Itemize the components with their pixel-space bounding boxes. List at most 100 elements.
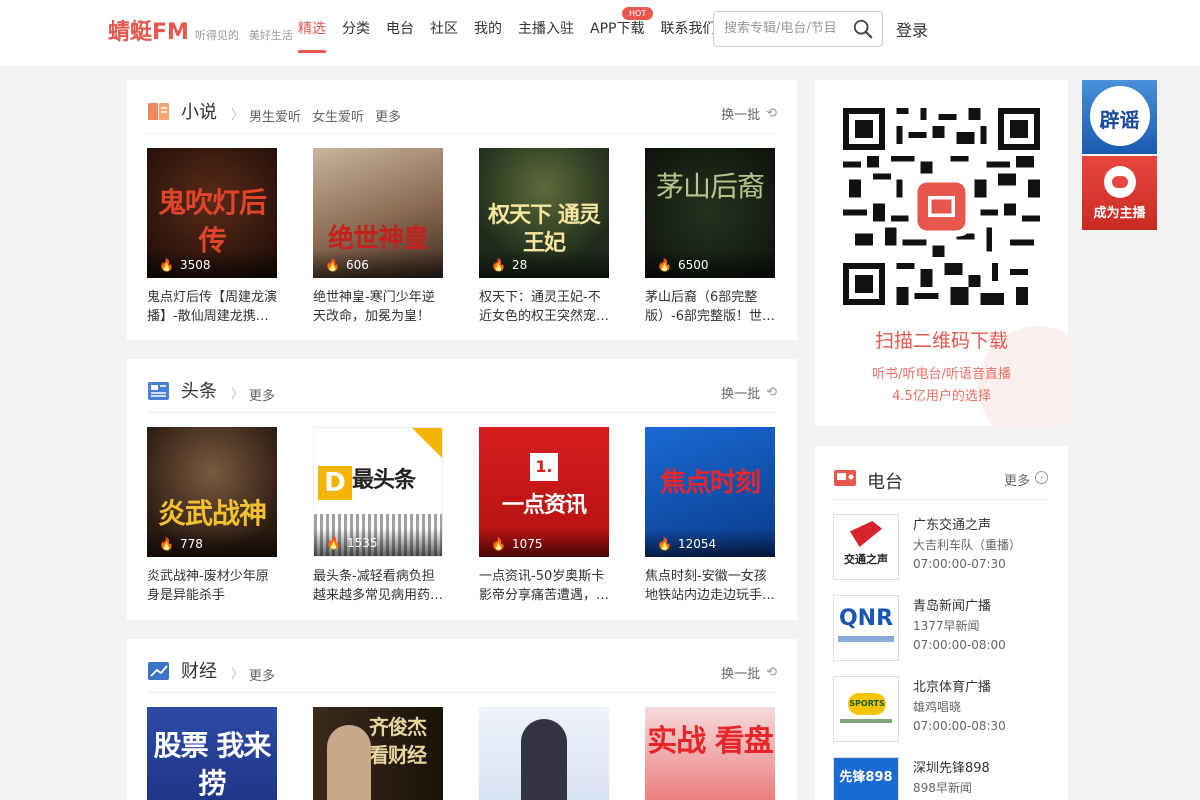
nav-contact[interactable]: 联系我们	[660, 18, 716, 54]
become-host-label: 成为主播	[1093, 206, 1146, 221]
refresh-icon: ⟲	[766, 106, 777, 121]
fire-icon: 🔥	[491, 258, 506, 272]
card-list: 鬼吹灯后传 🔥 3508 鬼点灯后传【周建龙演播】-散仙周建龙携… 绝世神皇 🔥 6…	[147, 148, 811, 326]
qr-download-box: 扫描二维码下载 听书/听电台/听语音直播 4.5亿用户的选择	[815, 80, 1068, 426]
search-icon[interactable]	[852, 18, 874, 40]
nav-host-join[interactable]: 主播入驻	[518, 18, 574, 54]
d-logo-icon: D	[318, 466, 352, 500]
album-card[interactable]: 权天下 通灵王妃 🔥 28 权天下：通灵王妃-不近女色的权王突然宠…	[479, 148, 609, 326]
album-card[interactable]: D 最头条 🔥 1535 最头条-减轻看病负担越来越多常见病用药…	[313, 427, 443, 605]
logo-text: 蜻蜓FM	[108, 20, 189, 45]
login-link[interactable]: 登录	[896, 17, 928, 41]
album-cover: 1. 一点资讯 🔥 1075	[479, 427, 609, 557]
corner-tag	[412, 428, 442, 458]
chevron-right-icon: 〉	[231, 387, 245, 402]
section-finance: 财经 〉 更多 换一批 ⟲ 股票 我来捞 齐俊杰 看财经 实战 看盘	[127, 639, 797, 800]
nav-categories[interactable]: 分类	[342, 18, 370, 54]
album-card[interactable]: 茅山后裔 🔥 6500 茅山后裔（6部完整版）-6部完整版！世…	[645, 148, 775, 326]
album-cover: 实战 看盘	[645, 707, 775, 800]
section-headlines: 头条 〉 更多 换一批 ⟲ 炎武战神 🔥 778 炎武战神-废材少年原身是异能杀手…	[127, 359, 797, 620]
search-input[interactable]	[724, 12, 854, 44]
play-count-value: 3508	[179, 258, 211, 272]
play-count: 🔥 28	[479, 250, 609, 278]
album-card[interactable]: 实战 看盘	[645, 707, 775, 800]
cover-text: 炎武战神	[157, 497, 267, 530]
refresh-label: 换一批	[721, 667, 761, 682]
nav-community[interactable]: 社区	[430, 18, 458, 54]
station-program: 898早新闻	[913, 781, 972, 795]
album-card[interactable]: 绝世神皇 🔥 606 绝世神皇-寒门少年逆天改命，加冕为皇！	[313, 148, 443, 326]
album-cover	[479, 707, 609, 800]
station-item[interactable]: 交通之声 广东交通之声 大吉利车队（重播） 07:00:00-07:30	[833, 514, 1048, 580]
album-card[interactable]: 炎武战神 🔥 778 炎武战神-废材少年原身是异能杀手	[147, 427, 277, 605]
host-avatar-face	[1112, 176, 1128, 188]
link-male[interactable]: 男生爱听	[249, 106, 301, 125]
album-card[interactable]: 鬼吹灯后传 🔥 3508 鬼点灯后传【周建龙演播】-散仙周建龙携…	[147, 148, 277, 326]
station-logo: 先锋898	[833, 757, 899, 800]
play-count: 🔥 6500	[645, 250, 775, 278]
play-count: 🔥 1535	[314, 528, 442, 556]
radio-header: 电台 更多 ›	[833, 468, 1048, 500]
station-logo: 交通之声	[833, 514, 899, 580]
card-title: 一点资讯-50岁奥斯卡影帝分享痛苦遭遇，…	[479, 569, 609, 603]
link-more[interactable]: 更多	[249, 665, 275, 684]
become-host-button[interactable]: 成为主播	[1082, 156, 1157, 230]
link-more[interactable]: 更多	[375, 106, 401, 125]
search-box	[713, 11, 883, 47]
arrow-right-circle-icon[interactable]: ›	[1035, 471, 1048, 484]
rumor-button[interactable]: 辟谣	[1082, 80, 1157, 154]
station-name: 广东交通之声	[913, 518, 992, 533]
section-title: 小说	[181, 102, 217, 123]
main-nav: 精选 分类 电台 社区 我的 主播入驻 APP下载 联系我们	[298, 18, 732, 54]
album-cover: D 最头条 🔥 1535	[313, 427, 443, 557]
book-icon	[148, 103, 169, 120]
station-program: 1377早新闻	[913, 619, 980, 633]
card-list: 炎武战神 🔥 778 炎武战神-废材少年原身是异能杀手 D 最头条 🔥 1535 最…	[147, 427, 811, 605]
radio-icon	[834, 470, 856, 486]
card-title: 焦点时刻-安徽一女孩地铁站内边走边玩手…	[645, 569, 775, 603]
play-count-value: 28	[511, 258, 528, 272]
album-cover: 炎武战神 🔥 778	[147, 427, 277, 557]
station-logo: SPORTS	[833, 676, 899, 742]
album-card[interactable]: 股票 我来捞	[147, 707, 277, 800]
section-header: 头条 〉 更多 换一批 ⟲	[147, 377, 777, 413]
play-count-value: 1535	[346, 536, 378, 550]
album-cover: 绝世神皇 🔥 606	[313, 148, 443, 278]
station-time: 07:00:00-08:30	[913, 719, 1006, 733]
logo[interactable]: 蜻蜓FM 听得见的 美好生活	[108, 14, 293, 46]
refresh-button[interactable]: 换一批 ⟲	[721, 663, 777, 682]
refresh-button[interactable]: 换一批 ⟲	[721, 104, 777, 123]
refresh-button[interactable]: 换一批 ⟲	[721, 383, 777, 402]
section-title: 头条	[181, 381, 217, 402]
section-links: 更多	[249, 665, 286, 684]
nav-featured[interactable]: 精选	[298, 18, 326, 54]
station-logo-text: 先锋898	[839, 770, 893, 785]
cover-text: 齐俊杰 看财经	[369, 715, 427, 767]
refresh-icon: ⟲	[766, 385, 777, 400]
album-card[interactable]: 1. 一点资讯 🔥 1075 一点资讯-50岁奥斯卡影帝分享痛苦遭遇，…	[479, 427, 609, 605]
card-title: 绝世神皇-寒门少年逆天改命，加冕为皇！	[313, 290, 435, 324]
play-count: 🔥 778	[147, 529, 277, 557]
qr-code-icon[interactable]	[843, 108, 1040, 305]
station-item[interactable]: QNR 青岛新闻广播 1377早新闻 07:00:00-08:00	[833, 595, 1048, 661]
nav-radio[interactable]: 电台	[386, 18, 414, 54]
radio-more-link[interactable]: 更多	[1004, 470, 1030, 489]
album-card[interactable]	[479, 707, 609, 800]
section-links: 更多	[249, 385, 286, 404]
logo-slogan: 听得见的	[194, 29, 239, 42]
fire-icon: 🔥	[159, 258, 174, 272]
nav-app-download[interactable]: APP下载	[590, 18, 644, 54]
play-count: 🔥 12054	[645, 529, 775, 557]
station-item[interactable]: 先锋898 深圳先锋898 898早新闻	[833, 757, 1048, 800]
chevron-right-icon: 〉	[231, 667, 245, 682]
link-more[interactable]: 更多	[249, 385, 275, 404]
nav-mine[interactable]: 我的	[474, 18, 502, 54]
station-item[interactable]: SPORTS 北京体育广播 雄鸡唱晓 07:00:00-08:30	[833, 676, 1048, 742]
play-count-value: 606	[345, 258, 369, 272]
fire-icon: 🔥	[491, 537, 506, 551]
card-title: 鬼点灯后传【周建龙演播】-散仙周建龙携…	[147, 290, 277, 324]
news-icon	[148, 382, 169, 400]
link-female[interactable]: 女生爱听	[312, 106, 364, 125]
album-card[interactable]: 焦点时刻 🔥 12054 焦点时刻-安徽一女孩地铁站内边走边玩手…	[645, 427, 775, 605]
album-card[interactable]: 齐俊杰 看财经	[313, 707, 443, 800]
